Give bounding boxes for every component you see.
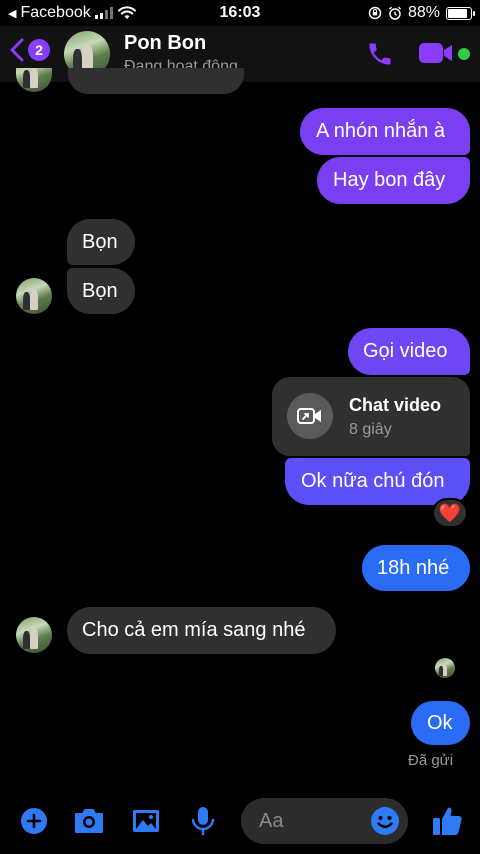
message-bubble-outgoing[interactable]: 18h nhé <box>362 545 470 591</box>
message-input[interactable] <box>259 809 369 833</box>
alarm-icon <box>388 6 401 20</box>
thumbs-up-icon <box>433 807 462 835</box>
plus-button[interactable] <box>17 804 51 838</box>
message-bubble-outgoing[interactable]: Gọi video <box>348 328 470 375</box>
heart-icon: ❤️ <box>438 502 462 523</box>
chevron-left-icon <box>10 38 24 62</box>
message-bubble-incoming[interactable]: Cho cả em mía sang nhé <box>67 607 336 654</box>
sent-status: Đã gửi <box>408 752 454 769</box>
camera-button[interactable] <box>72 804 106 838</box>
message-text: Ok <box>427 711 453 734</box>
message-bubble-outgoing[interactable]: A nhón nhắn à <box>300 108 470 155</box>
message-text: Ok nữa chú đón <box>301 470 445 492</box>
message-bubble-incoming[interactable] <box>68 68 244 94</box>
plus-icon <box>21 808 47 834</box>
camera-icon <box>75 809 103 833</box>
unread-count-badge: 2 <box>28 39 50 61</box>
microphone-button[interactable] <box>186 804 220 838</box>
video-call-duration: 8 giây <box>349 421 392 438</box>
message-input-container[interactable] <box>241 798 408 844</box>
message-text: Gọi video <box>363 340 448 362</box>
video-camera-icon[interactable] <box>418 40 454 66</box>
seen-avatar <box>435 658 455 678</box>
message-bubble-outgoing[interactable]: Ok <box>411 701 470 745</box>
message-text: Hay bon đây <box>333 169 446 191</box>
contact-name[interactable]: Pon Bon <box>124 32 206 55</box>
image-icon <box>133 810 159 832</box>
orientation-lock-icon <box>368 6 382 20</box>
contact-avatar-small <box>16 68 52 92</box>
message-text: Bọn <box>82 230 118 253</box>
video-call-icon <box>287 393 333 439</box>
message-bubble-outgoing[interactable]: Hay bon đây <box>317 157 470 204</box>
status-bar: ◀ Facebook 16:03 88% <box>0 0 480 26</box>
composer-bar <box>0 790 480 854</box>
microphone-icon <box>191 807 215 835</box>
contact-avatar-small <box>16 617 52 653</box>
battery-icon <box>446 6 475 20</box>
battery-fill <box>448 8 468 18</box>
status-bar-right: 88% <box>368 4 475 22</box>
back-button[interactable]: 2 <box>10 38 50 62</box>
phone-icon[interactable] <box>366 40 394 68</box>
like-button[interactable] <box>430 804 464 838</box>
video-call-title: Chat video <box>349 395 442 415</box>
online-indicator <box>458 48 470 60</box>
message-text: Cho cả em mía sang nhé <box>82 619 306 641</box>
emoji-icon[interactable] <box>370 806 400 836</box>
message-text: 18h nhé <box>377 556 450 579</box>
message-bubble-incoming[interactable]: Bọn <box>67 219 135 265</box>
contact-avatar-small <box>16 278 52 314</box>
video-call-card[interactable]: Chat video 8 giây <box>272 377 470 456</box>
message-bubble-incoming[interactable]: Bọn <box>67 268 135 314</box>
message-text: A nhón nhắn à <box>316 120 446 142</box>
message-text: Bọn <box>82 279 118 302</box>
heart-reaction[interactable]: ❤️ <box>432 498 468 528</box>
battery-percent: 88% <box>407 4 440 21</box>
gallery-button[interactable] <box>129 804 163 838</box>
